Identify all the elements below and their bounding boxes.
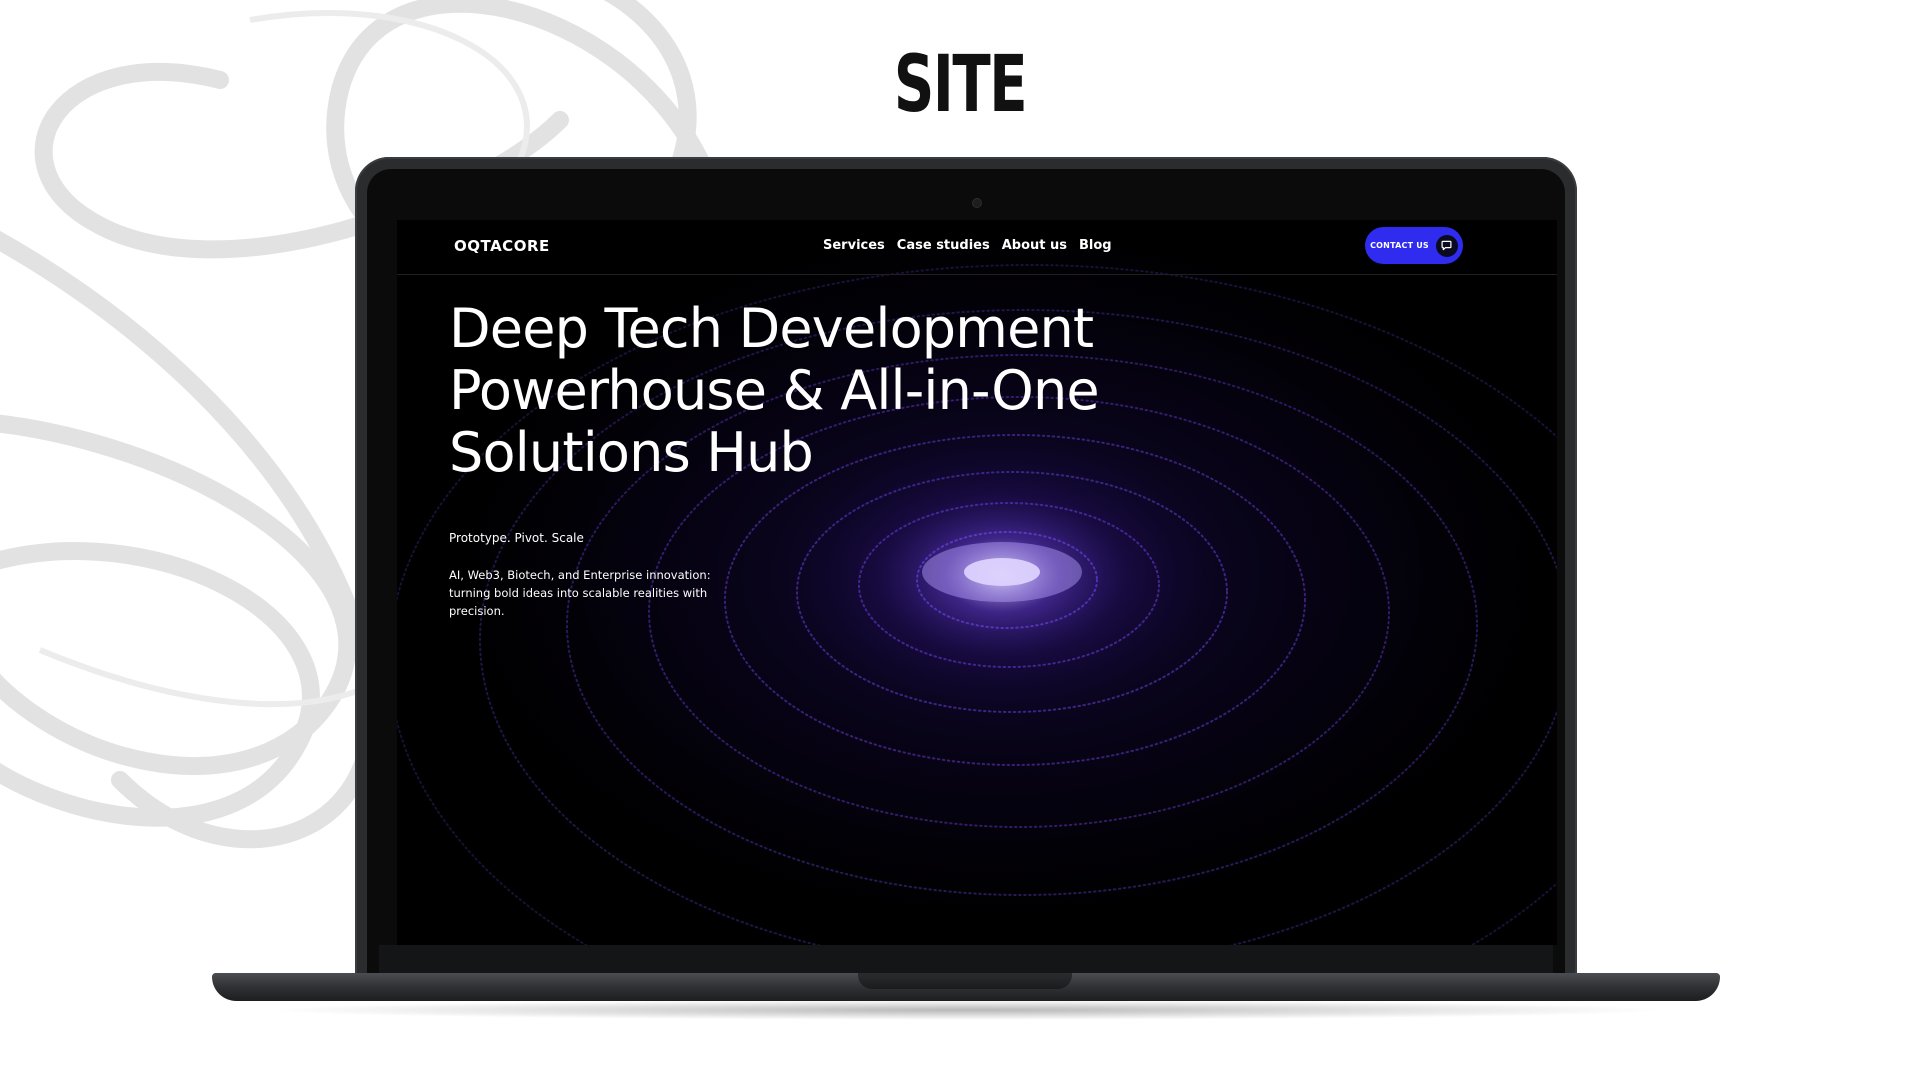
laptop-screen: OQTACORE Services Case studies About us …	[397, 220, 1557, 945]
laptop-shadow	[260, 1000, 1672, 1020]
nav-case-studies[interactable]: Case studies	[897, 238, 990, 253]
hero-title: Deep Tech Development Powerhouse & All-i…	[449, 298, 1189, 484]
nav-blog[interactable]: Blog	[1079, 238, 1112, 253]
hero-title-line: Deep Tech Development	[449, 297, 1094, 360]
presentation-canvas: SITE OQTACORE Services Case studies Abou…	[0, 0, 1920, 1080]
hero-title-line: Solutions Hub	[449, 421, 814, 484]
nav-about-us[interactable]: About us	[1002, 238, 1067, 253]
contact-us-button[interactable]: CONTACT US	[1365, 227, 1463, 264]
hero-description: AI, Web3, Biotech, and Enterprise innova…	[449, 568, 711, 618]
site-logo[interactable]: OQTACORE	[454, 237, 550, 255]
site-navbar: OQTACORE Services Case studies About us …	[397, 220, 1557, 275]
contact-us-label: CONTACT US	[1370, 241, 1429, 250]
nav-links: Services Case studies About us Blog	[823, 238, 1112, 253]
hero-title-line: Powerhouse & All-in-One	[449, 359, 1100, 422]
hero-tagline: Prototype. Pivot. Scale	[449, 531, 584, 545]
laptop-bezel: OQTACORE Services Case studies About us …	[367, 169, 1565, 975]
chat-bubble-icon	[1435, 234, 1458, 257]
laptop-lid: OQTACORE Services Case studies About us …	[355, 157, 1577, 975]
camera-icon	[973, 199, 981, 207]
page-heading: SITE	[893, 40, 1028, 130]
nav-services[interactable]: Services	[823, 238, 885, 253]
laptop-chin	[379, 945, 1553, 975]
laptop-hinge-notch	[858, 973, 1072, 989]
